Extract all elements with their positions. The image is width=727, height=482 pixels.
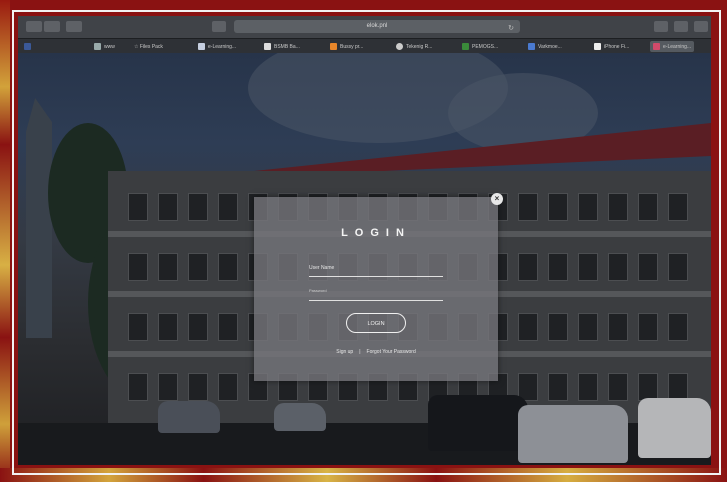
leaf-icon [462,43,469,50]
page-icon [653,43,660,50]
bookmark-item[interactable]: BSMB Ba... [264,41,300,52]
bookmark-label: Bussy pr... [340,43,364,50]
bookmark-label: www [104,43,115,50]
share-icon[interactable] [674,21,688,32]
bookmark-item[interactable]: Tekenig R... [396,41,432,52]
address-text: elok.pnl [366,23,388,29]
signup-link[interactable]: Sign up [336,349,353,355]
link-separator: | [359,349,361,355]
mail-icon [264,43,271,50]
forward-button[interactable] [44,21,60,32]
username-input[interactable] [309,276,443,277]
close-icon[interactable]: × [491,193,503,205]
page-icon [198,43,205,50]
address-bar[interactable]: elok.pnl ↻ [234,20,520,33]
password-label: Password [309,288,327,293]
bookmark-label: ☆ Files Pack [134,43,163,50]
tabs-icon[interactable] [694,21,708,32]
page-icon [94,43,101,50]
username-label: User Name [309,265,335,271]
star-icon [528,43,535,50]
bookmark-label: e-Learning... [208,43,237,50]
car [428,395,528,451]
download-icon[interactable] [654,21,668,32]
facebook-icon [24,43,31,50]
car [638,398,711,458]
background-photo: LOGIN User Name Password LOGIN Sign up | F… [18,53,711,465]
page-icon [594,43,601,50]
back-button[interactable] [26,21,42,32]
bookmark-item-active[interactable]: e-Learning... [650,41,695,52]
bookmark-label: BSMB Ba... [274,43,300,50]
bookmark-label: Varkmoe... [538,43,562,50]
sidebar-button[interactable] [66,21,82,32]
shield-icon[interactable] [212,21,226,32]
bookmark-item[interactable]: www [94,41,115,52]
car [158,401,220,433]
login-title: LOGIN [341,227,411,239]
bookmark-item[interactable]: iPhone Fi... [594,41,629,52]
browser-window: elok.pnl ↻ www ☆ Files Pack e-Learning..… [18,16,711,465]
password-input[interactable] [309,300,443,301]
forgot-password-link[interactable]: Forgot Your Password [367,349,416,355]
login-button[interactable]: LOGIN [346,313,406,333]
reload-icon[interactable]: ↻ [508,22,514,35]
bookmark-item[interactable]: e-Learning... [198,41,236,52]
frame-pattern-left [0,0,10,482]
page-icon [330,43,337,50]
car [274,403,326,431]
bookmark-item[interactable]: ☆ Files Pack [134,41,163,52]
browser-toolbar: elok.pnl ↻ [18,16,711,38]
bookmark-item[interactable]: PEMOGS... [462,41,498,52]
bookmark-item[interactable]: Varkmoe... [528,41,562,52]
bookmark-item[interactable]: Bussy pr... [330,41,363,52]
login-links: Sign up | Forgot Your Password [254,349,498,355]
globe-icon [396,43,403,50]
bookmark-label: Tekenig R... [406,43,433,50]
bookmark-facebook[interactable] [24,41,31,52]
bookmarks-bar: www ☆ Files Pack e-Learning... BSMB Ba..… [18,38,711,54]
bookmark-label: e-Learning... [663,43,692,50]
car [518,405,628,463]
bookmark-label: iPhone Fi... [604,43,630,50]
tower [26,98,52,338]
bookmark-label: PEMOGS... [472,43,499,50]
login-dialog: LOGIN User Name Password LOGIN Sign up | F… [254,197,498,381]
